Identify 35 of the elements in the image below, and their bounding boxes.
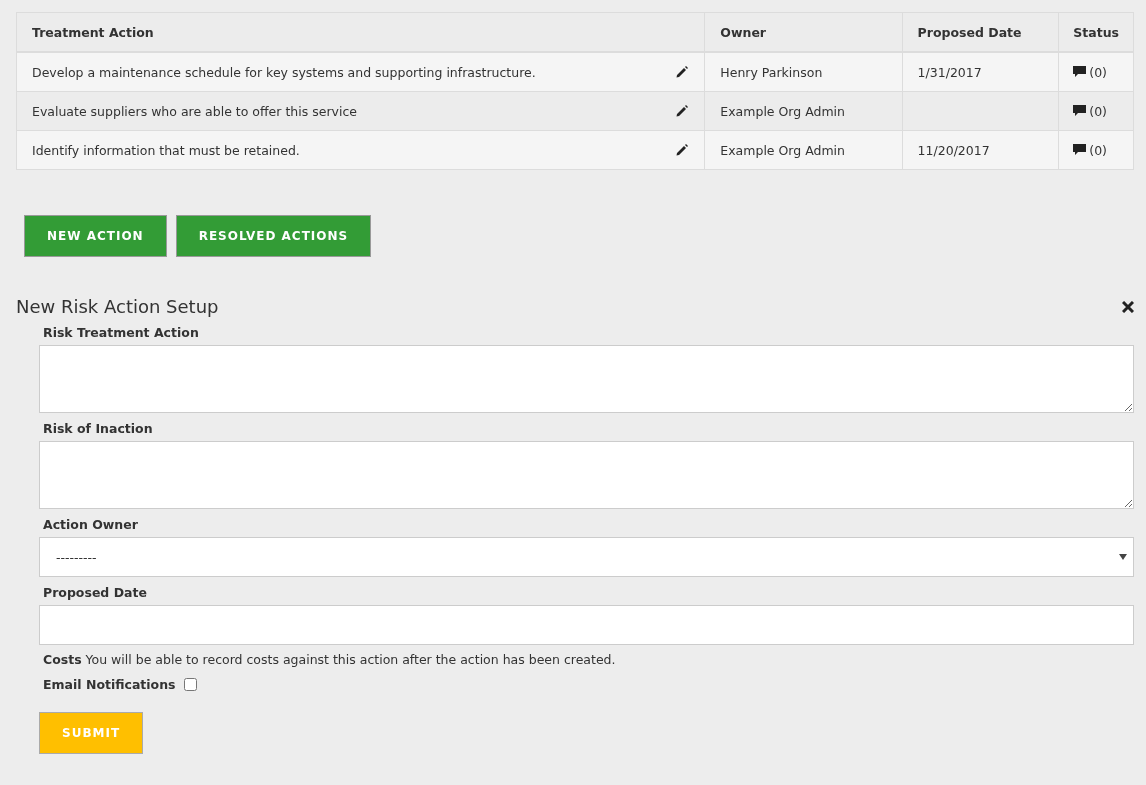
pencil-icon[interactable] (675, 143, 690, 157)
costs-note: Costs You will be able to record costs against this action after the action has been created. (43, 652, 617, 667)
select-field[interactable]: --------- (39, 537, 1134, 577)
field-label: Risk Treatment Action (43, 325, 200, 340)
table-cell: Henry Parkinson (720, 64, 823, 80)
column-header: Status (1058, 12, 1134, 52)
table-cell: Identify information that must be retained. (32, 142, 300, 158)
table-cell: 11/20/2017 (917, 142, 990, 158)
field-label: Proposed Date (43, 585, 148, 600)
pencil-icon[interactable] (675, 104, 690, 118)
field-label: Email Notifications (43, 677, 176, 692)
column-header: Treatment Action (16, 12, 705, 52)
table-cell: Example Org Admin (720, 103, 846, 119)
table-cell: 1/31/2017 (917, 64, 982, 80)
field-label: Action Owner (43, 517, 139, 532)
comment-count: (0) (1089, 103, 1107, 119)
column-header: Proposed Date (902, 12, 1059, 52)
comment-icon (1073, 66, 1087, 78)
checkbox[interactable] (183, 678, 197, 691)
input-field[interactable] (39, 605, 1134, 645)
new-action-button[interactable]: NEW ACTION (24, 215, 167, 257)
table-cell: Example Org Admin (720, 142, 846, 158)
comment-count: (0) (1089, 64, 1107, 80)
column-header: Owner (704, 12, 903, 52)
field-label: Risk of Inaction (43, 421, 154, 436)
comment-icon (1073, 144, 1087, 156)
comment-icon (1073, 105, 1087, 117)
resolved-actions-button[interactable]: RESOLVED ACTIONS (175, 215, 372, 257)
pencil-icon[interactable] (675, 65, 690, 79)
comment-count: (0) (1089, 142, 1107, 158)
caret-icon (1119, 554, 1127, 560)
table-cell: Evaluate suppliers who are able to offer this service (32, 103, 357, 119)
close-icon[interactable] (1122, 300, 1134, 313)
form-title: New Risk Action Setup (16, 296, 219, 317)
table-cell: Develop a maintenance schedule for key systems and supporting infrastructure. (32, 64, 536, 80)
